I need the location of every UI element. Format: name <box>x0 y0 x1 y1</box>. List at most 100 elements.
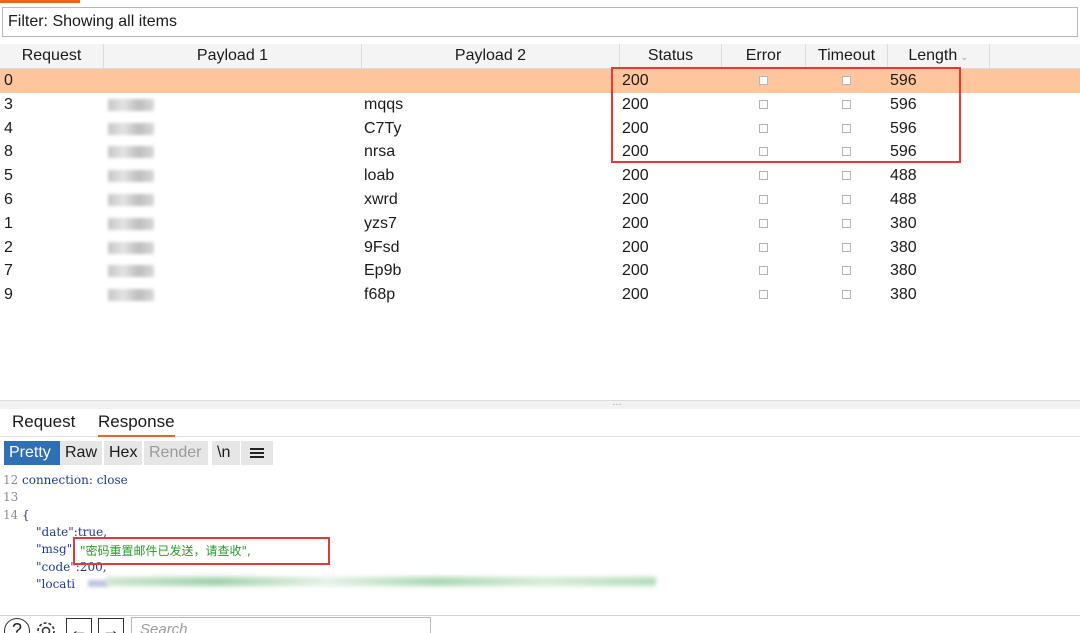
error-checkbox <box>759 195 768 204</box>
gear-icon[interactable] <box>33 618 59 633</box>
cell-length: 596 <box>890 93 917 117</box>
timeout-checkbox <box>842 243 851 252</box>
cell-request: 4 <box>4 117 13 141</box>
cell-request: 3 <box>4 93 13 117</box>
cell-status: 200 <box>622 259 649 283</box>
tab-pretty[interactable]: Pretty <box>4 441 60 465</box>
cell-length: 380 <box>890 283 917 307</box>
timeout-checkbox <box>842 100 851 109</box>
results-table: Request Payload 1 Payload 2 Status Error… <box>0 44 1080 401</box>
table-row[interactable]: 7Ep9b200380 <box>0 259 1080 283</box>
sort-chevron-icon: ⌄ <box>960 52 968 63</box>
cell-request: 0 <box>4 69 13 93</box>
forward-arrow-icon[interactable]: → <box>98 618 124 633</box>
newline-toggle[interactable]: \n <box>212 441 240 465</box>
cell-request: 8 <box>4 140 13 164</box>
cell-payload2: nrsa <box>364 140 395 164</box>
tab-hex[interactable]: Hex <box>104 441 142 465</box>
cell-payload2: f68p <box>364 283 395 307</box>
column-header-request[interactable]: Request <box>0 44 104 68</box>
error-checkbox <box>759 171 768 180</box>
cell-payload2: 9Fsd <box>364 236 400 260</box>
tab-response[interactable]: Response <box>98 412 175 437</box>
error-checkbox <box>759 219 768 228</box>
error-checkbox <box>759 290 768 299</box>
code-line-open-brace: { <box>22 508 30 522</box>
column-header-status[interactable]: Status <box>620 44 722 68</box>
cell-status: 200 <box>622 188 649 212</box>
column-header-timeout[interactable]: Timeout <box>806 44 888 68</box>
cell-payload1-blurred <box>108 194 154 206</box>
cell-payload2: mqqs <box>364 93 403 117</box>
column-header-payload2[interactable]: Payload 2 <box>362 44 620 68</box>
code-line-code: "code":200, <box>36 560 107 574</box>
blurred-redaction <box>88 580 108 587</box>
cell-payload2: Ep9b <box>364 259 401 283</box>
cell-payload2: C7Ty <box>364 117 401 141</box>
blurred-location-value <box>106 577 656 586</box>
error-checkbox <box>759 147 768 156</box>
table-row[interactable]: 29Fsd200380 <box>0 236 1080 260</box>
cell-payload2: xwrd <box>364 188 398 212</box>
table-row[interactable]: 8nrsa200596 <box>0 140 1080 164</box>
cell-status: 200 <box>622 283 649 307</box>
cell-payload1-blurred <box>108 265 154 277</box>
column-header-length[interactable]: Length⌄ <box>888 44 990 68</box>
cell-payload1-blurred <box>108 242 154 254</box>
cell-status: 200 <box>622 236 649 260</box>
cell-length: 596 <box>890 117 917 141</box>
menu-icon[interactable] <box>241 441 273 465</box>
table-row[interactable]: 3 mqqs 200 596 <box>0 93 1080 117</box>
splitter-grip-icon: … <box>612 397 622 408</box>
tab-raw[interactable]: Raw <box>60 441 102 465</box>
help-icon[interactable]: ? <box>4 618 30 633</box>
table-row[interactable]: 0 200 596 <box>0 69 1080 93</box>
table-row[interactable]: 4 C7Ty 200 596 <box>0 117 1080 141</box>
cell-payload1-blurred <box>108 123 154 135</box>
table-row[interactable]: 5 loab 200 488 <box>0 164 1080 188</box>
cell-length: 380 <box>890 259 917 283</box>
code-msg-value: "密码重置邮件已发送，请查收", <box>80 542 251 559</box>
cell-length: 380 <box>890 212 917 236</box>
tab-render[interactable]: Render <box>144 441 208 465</box>
timeout-checkbox <box>842 124 851 133</box>
cell-payload2: loab <box>364 164 394 188</box>
length-header-label: Length <box>908 47 957 64</box>
error-checkbox <box>759 266 768 275</box>
cell-length: 380 <box>890 236 917 260</box>
timeout-checkbox <box>842 171 851 180</box>
tab-request[interactable]: Request <box>12 412 75 432</box>
table-row[interactable]: 6 xwrd 200 488 <box>0 188 1080 212</box>
cell-status: 200 <box>622 117 649 141</box>
timeout-checkbox <box>842 290 851 299</box>
cell-status: 200 <box>622 93 649 117</box>
filter-bar[interactable]: Filter: Showing all items <box>2 7 1078 37</box>
code-line-connection: connection: close <box>22 473 128 487</box>
cell-length: 596 <box>890 69 917 93</box>
cell-length: 488 <box>890 188 917 212</box>
table-row[interactable]: 9f68p200380 <box>0 283 1080 307</box>
timeout-checkbox <box>842 266 851 275</box>
column-header-error[interactable]: Error <box>722 44 806 68</box>
column-header-payload1[interactable]: Payload 1 <box>104 44 362 68</box>
code-location-key: "locati <box>36 577 75 591</box>
cell-request: 6 <box>4 188 13 212</box>
cell-status: 200 <box>622 164 649 188</box>
code-line-date: "date":true, <box>36 525 107 539</box>
cell-length: 488 <box>890 164 917 188</box>
code-msg-key: "msg": <box>36 542 76 556</box>
cell-payload1-blurred <box>108 146 154 158</box>
cell-status: 200 <box>622 69 649 93</box>
line-number: 12 <box>3 473 18 487</box>
table-row[interactable]: 1yzs7200380 <box>0 212 1080 236</box>
cell-request: 5 <box>4 164 13 188</box>
back-arrow-icon[interactable]: ← <box>66 618 92 633</box>
table-header: Request Payload 1 Payload 2 Status Error… <box>0 44 1080 69</box>
table-body: 02005963mqqs2005964C7Ty2005968nrsa200596… <box>0 69 1080 307</box>
response-editor[interactable]: 12 connection: close 13 14 { "date":true… <box>0 470 1080 615</box>
cell-status: 200 <box>622 140 649 164</box>
error-checkbox <box>759 100 768 109</box>
search-input[interactable]: Search <box>131 617 431 633</box>
cell-payload1-blurred <box>108 99 154 111</box>
timeout-checkbox <box>842 76 851 85</box>
